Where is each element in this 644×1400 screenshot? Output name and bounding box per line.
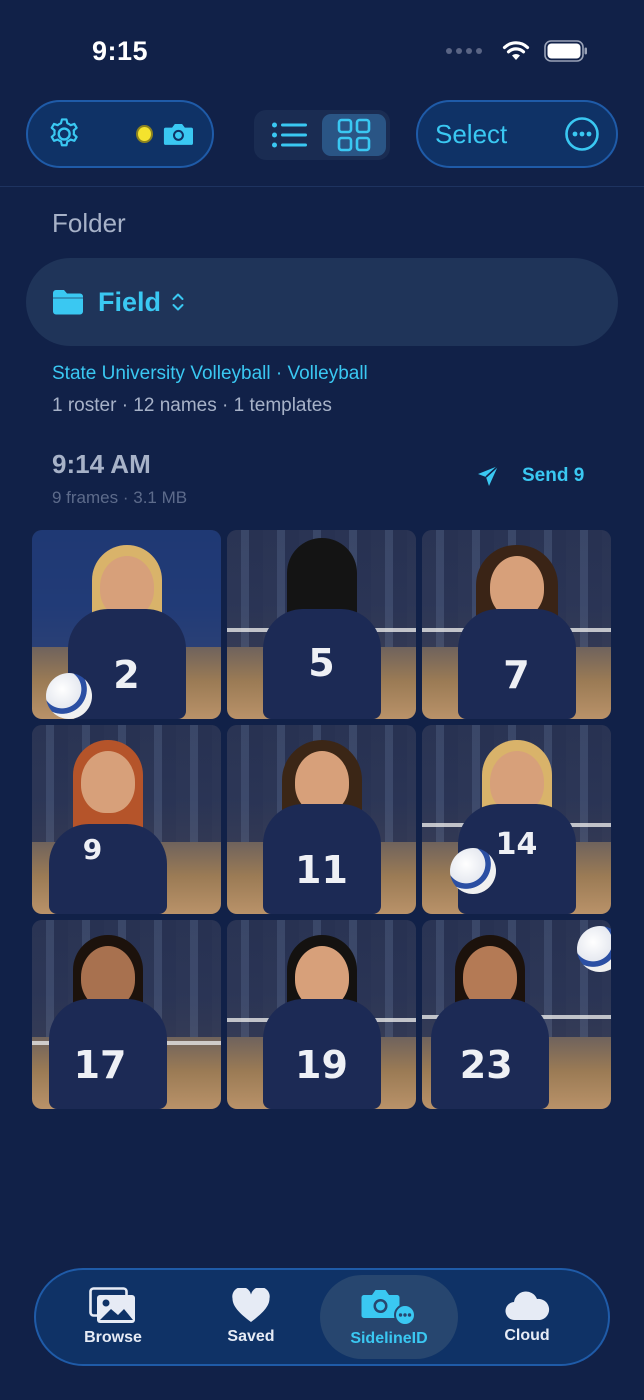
grid-icon xyxy=(337,118,371,152)
view-mode-toggle xyxy=(254,110,390,160)
tab-sidelineid[interactable]: SidelineID xyxy=(320,1275,458,1359)
volleyball xyxy=(46,673,92,719)
jersey-number: 14 xyxy=(495,827,538,862)
photo-thumbnail[interactable]: 5 xyxy=(227,530,416,719)
list-view-button[interactable] xyxy=(258,114,322,156)
jersey-number: 23 xyxy=(459,1043,513,1087)
camera-icon[interactable] xyxy=(163,120,194,148)
tab-cloud[interactable]: Cloud xyxy=(458,1275,596,1359)
folder-section-label: Folder xyxy=(52,208,126,238)
photo-thumbnail[interactable]: 14 xyxy=(422,725,611,914)
photo-grid: 2 5 7 9 11 14 17 19 23 xyxy=(32,530,612,1109)
folder-name: Field xyxy=(98,286,162,317)
jersey-number: 17 xyxy=(73,1043,127,1087)
more-options-icon[interactable] xyxy=(564,116,600,152)
session-meta: 9 frames · 3.1 MB xyxy=(52,488,188,507)
settings-camera-pill xyxy=(26,100,214,168)
photo-thumbnail[interactable]: 9 xyxy=(32,725,221,914)
folder-picker[interactable]: Field xyxy=(26,258,618,346)
chevron-up-down-icon xyxy=(172,293,184,311)
photo-thumbnail[interactable]: 7 xyxy=(422,530,611,719)
tab-saved[interactable]: Saved xyxy=(182,1275,320,1359)
grid-view-button[interactable] xyxy=(322,114,386,156)
camera-id-icon xyxy=(361,1290,416,1326)
tab-browse[interactable]: Browse xyxy=(44,1275,182,1359)
photo-thumbnail[interactable]: 23 xyxy=(422,920,611,1109)
heart-icon xyxy=(232,1288,270,1322)
jersey-number: 11 xyxy=(295,848,348,892)
wifi-icon xyxy=(502,41,530,60)
send-label: Send 9 xyxy=(522,465,585,486)
photos-icon xyxy=(89,1287,135,1323)
tab-saved-label: Saved xyxy=(227,1328,275,1345)
team-link[interactable]: State University Volleyball · Volleyball xyxy=(52,363,368,385)
status-bar: 9:15 xyxy=(0,0,644,100)
session-time: 9:14 AM xyxy=(52,449,151,479)
tab-browse-label: Browse xyxy=(84,1329,142,1346)
photo-thumbnail[interactable]: 2 xyxy=(32,530,221,719)
team-meta: 1 roster · 12 names · 1 templates xyxy=(52,395,332,416)
list-icon xyxy=(272,122,307,148)
tab-cloud-label: Cloud xyxy=(504,1327,550,1344)
select-more-pill: Select xyxy=(416,100,618,168)
send-button[interactable]: Send 9 xyxy=(476,464,584,488)
gear-icon[interactable] xyxy=(46,114,82,154)
status-icons xyxy=(446,40,588,62)
jersey-number: 9 xyxy=(82,833,103,866)
cloud-icon xyxy=(505,1291,550,1321)
photo-thumbnail[interactable]: 17 xyxy=(32,920,221,1109)
header-divider xyxy=(0,186,644,187)
jersey-number: 7 xyxy=(503,653,530,697)
select-button[interactable]: Select xyxy=(435,119,507,150)
battery-icon xyxy=(544,40,587,62)
jersey-number: 5 xyxy=(308,641,335,685)
photo-thumbnail[interactable]: 19 xyxy=(227,920,416,1109)
jersey-number: 2 xyxy=(113,653,140,697)
status-time: 9:15 xyxy=(92,36,149,66)
jersey-number: 19 xyxy=(295,1043,348,1087)
tab-sidelineid-label: SidelineID xyxy=(350,1330,428,1347)
volleyball xyxy=(450,848,496,894)
bottom-tab-bar: Browse Saved SidelineID Cloud xyxy=(34,1268,610,1366)
top-toolbar: Select xyxy=(0,100,644,170)
recording-indicator-dot xyxy=(136,125,154,143)
folder-icon xyxy=(53,290,83,315)
photo-thumbnail[interactable]: 11 xyxy=(227,725,416,914)
cellular-signal-icon xyxy=(446,48,482,54)
send-icon xyxy=(478,465,499,486)
